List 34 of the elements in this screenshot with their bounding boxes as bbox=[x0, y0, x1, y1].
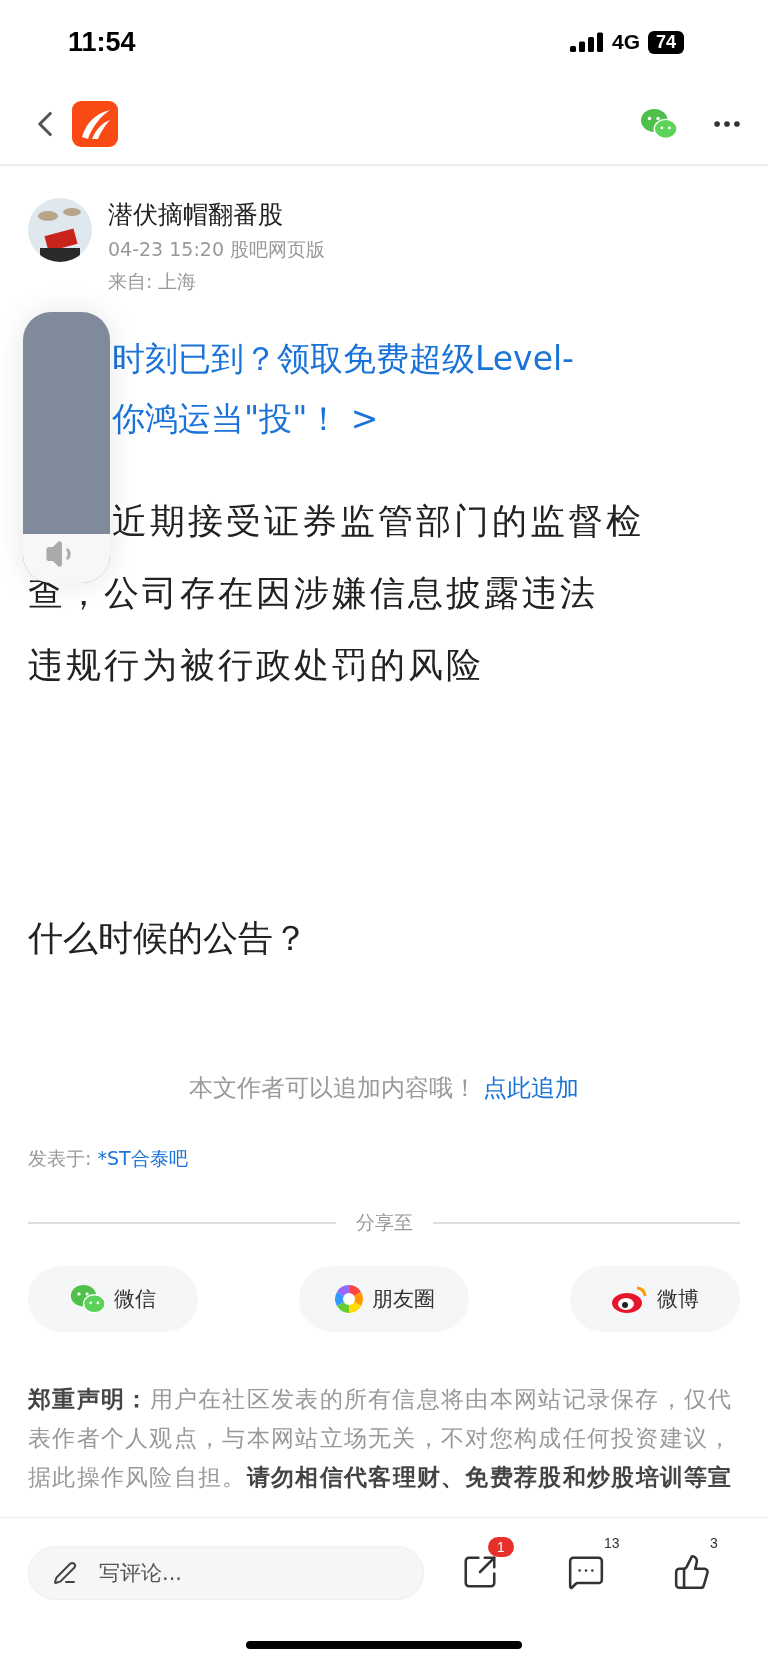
post-text-line: 近期接受证券监管部门的监督检 bbox=[112, 500, 644, 543]
post-text-line: 违规行为被行政处罚的风险 bbox=[28, 644, 484, 687]
pencil-icon bbox=[53, 1561, 77, 1585]
app-logo[interactable] bbox=[72, 101, 118, 147]
post-question: 什么时候的公告？ bbox=[28, 917, 309, 960]
comment-icon bbox=[567, 1553, 605, 1591]
comment-field[interactable]: 写评论... bbox=[28, 1546, 424, 1600]
forum-link[interactable]: *ST合泰吧 bbox=[97, 1146, 188, 1172]
comment-count: 13 bbox=[604, 1535, 620, 1551]
clock: 11:54 bbox=[68, 26, 136, 58]
share-button[interactable]: 微博 bbox=[570, 1266, 740, 1332]
share-button[interactable]: 微信 bbox=[28, 1266, 198, 1332]
promo-link[interactable]: 时刻已到？领取免费超级Level- bbox=[112, 329, 575, 389]
like-count: 3 bbox=[710, 1535, 718, 1551]
posted-in-label: 发表于: bbox=[28, 1146, 92, 1171]
share-icon bbox=[461, 1553, 499, 1591]
weibo-icon bbox=[611, 1284, 649, 1314]
network-type: 4G bbox=[611, 30, 640, 54]
notification-badge: 1 bbox=[488, 1537, 514, 1557]
post-location: 来自: 上海 bbox=[108, 269, 198, 294]
aperture-icon bbox=[333, 1284, 364, 1314]
wechat-icon bbox=[640, 107, 678, 141]
battery-level: 74 bbox=[647, 30, 684, 54]
author-name[interactable]: 潜伏摘帽翻番股 bbox=[108, 198, 326, 231]
share-heading: 分享至 bbox=[355, 1210, 413, 1235]
thumbs-up-icon bbox=[673, 1553, 711, 1591]
signal-icon bbox=[569, 32, 604, 52]
append-link[interactable]: 点此追加 bbox=[483, 1072, 579, 1104]
disclaimer: 郑重声明：用户在社区发表的所有信息将由本网站记录保存，仅代表作者个人观点，与本网站立场无关，不对您构成任何投资建议，据此操作风险自担。请勿相信代客理财、免费荐股和炒股培训等宣 bbox=[28, 1385, 734, 1492]
share-button[interactable]: 朋友圈 bbox=[299, 1266, 469, 1332]
wechat-icon bbox=[70, 1283, 106, 1315]
promo-link[interactable]: 你鸿运当"投"！ > bbox=[112, 389, 379, 449]
post-meta: 04-23 15:20 股吧网页版 bbox=[108, 237, 326, 262]
append-hint: 本文作者可以追加内容哦！ bbox=[189, 1073, 477, 1104]
